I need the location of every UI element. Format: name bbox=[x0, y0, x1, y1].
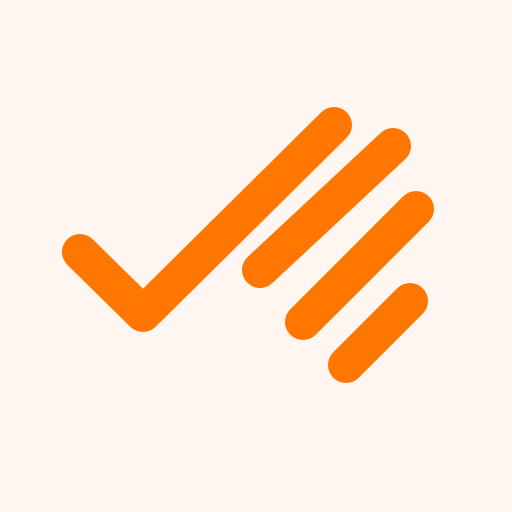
app-icon-canvas bbox=[0, 0, 512, 512]
checkmark-with-speed-lines-icon bbox=[62, 107, 434, 383]
speed-line-3 bbox=[328, 283, 428, 383]
